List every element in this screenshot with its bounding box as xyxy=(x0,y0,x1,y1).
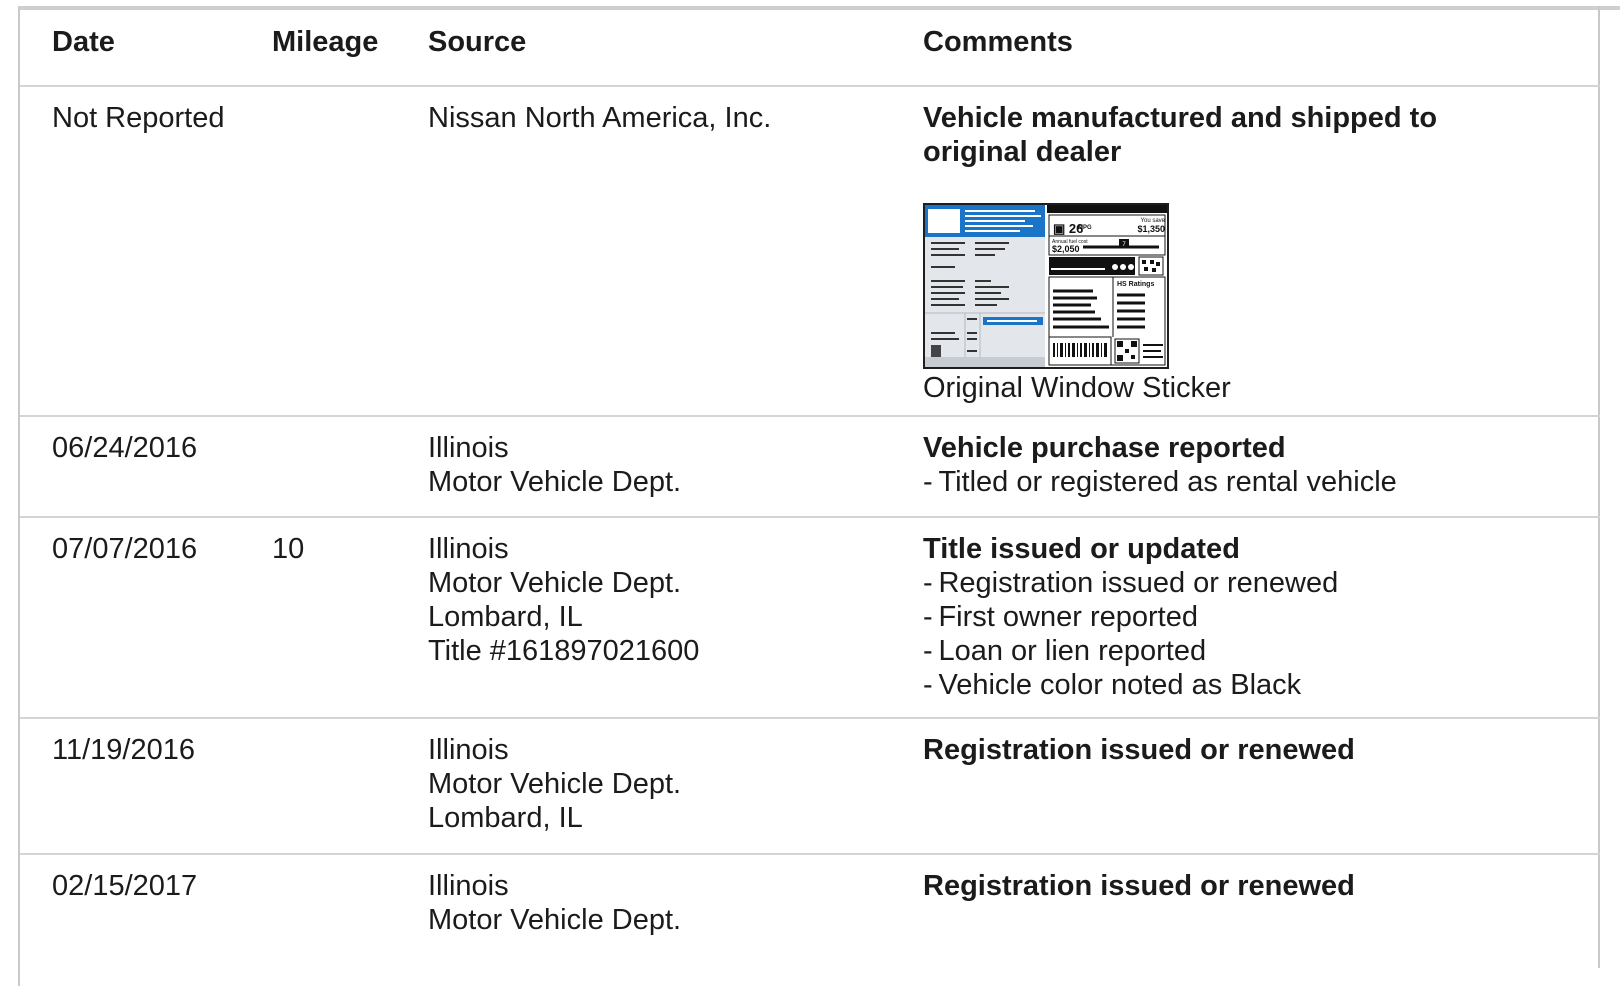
window-sticker-thumbnail[interactable]: ▣ 26 MPG You save $1,350 Annual fuel cos… xyxy=(923,203,1169,369)
comment-title: Registration issued or renewed xyxy=(923,870,1355,902)
comment-item: - Registration issued or renewed xyxy=(923,567,1339,599)
comment-item: - Loan or lien reported xyxy=(923,635,1207,667)
source-line: Illinois xyxy=(428,870,509,902)
row-source: Illinois Motor Vehicle Dept. Lombard, IL… xyxy=(428,532,699,668)
row-date: 06/24/2016 xyxy=(52,432,198,464)
row-date: 11/19/2016 xyxy=(52,734,195,766)
source-line: Illinois xyxy=(428,734,509,766)
table-row: Not Reported Nissan North America, Inc. … xyxy=(20,87,1600,417)
row-source: Illinois Motor Vehicle Dept. xyxy=(428,869,681,937)
header-mileage: Mileage xyxy=(272,26,379,58)
row-comments: Title issued or updated - Registration i… xyxy=(923,532,1563,702)
row-date: 02/15/2017 xyxy=(52,870,198,902)
table-row: 07/07/2016 10 Illinois Motor Vehicle Dep… xyxy=(20,518,1600,719)
table-row: 02/15/2017 Illinois Motor Vehicle Dept. … xyxy=(20,855,1600,975)
source-line: Illinois xyxy=(428,432,509,464)
row-comments: Vehicle purchase reported - Titled or re… xyxy=(923,431,1563,499)
comment-title: Registration issued or renewed xyxy=(923,734,1355,766)
source-line: Motor Vehicle Dept. xyxy=(428,904,682,936)
row-mileage: 10 xyxy=(272,533,305,565)
source-line: Lombard, IL xyxy=(428,601,583,633)
comment-item: - Titled or registered as rental vehicle xyxy=(923,466,1397,498)
source-line: Motor Vehicle Dept. xyxy=(428,567,682,599)
comment-title: Vehicle purchase reported xyxy=(923,432,1286,464)
sticker-mpg-unit: MPG xyxy=(1078,225,1092,231)
header-source: Source xyxy=(428,26,527,58)
header-date: Date xyxy=(52,26,115,58)
row-comments: Registration issued or renewed xyxy=(923,869,1563,903)
comment-title: Vehicle manufactured and shipped to orig… xyxy=(923,102,1438,168)
row-date: Not Reported xyxy=(52,102,225,134)
sticker-ratings-label: HS Ratings xyxy=(1117,281,1154,288)
row-source: Illinois Motor Vehicle Dept. xyxy=(428,431,681,499)
comment-title: Title issued or updated xyxy=(923,533,1240,565)
row-comments: Vehicle manufactured and shipped to orig… xyxy=(923,101,1563,405)
source-line: Nissan North America, Inc. xyxy=(428,102,772,134)
row-source: Nissan North America, Inc. xyxy=(428,101,771,135)
window-sticker-image: ▣ 26 MPG You save $1,350 Annual fuel cos… xyxy=(925,205,1167,367)
row-date: 07/07/2016 xyxy=(52,533,198,565)
table-row: 06/24/2016 Illinois Motor Vehicle Dept. … xyxy=(20,417,1600,518)
source-line: Motor Vehicle Dept. xyxy=(428,466,682,498)
header-comments: Comments xyxy=(923,26,1073,58)
source-line: Title #161897021600 xyxy=(428,635,700,667)
comment-item: - First owner reported xyxy=(923,601,1198,633)
row-source: Illinois Motor Vehicle Dept. Lombard, IL xyxy=(428,733,681,835)
sticker-cost-value: $2,050 xyxy=(1052,244,1080,254)
window-sticker-caption[interactable]: Original Window Sticker xyxy=(923,371,1563,405)
table-row: 11/19/2016 Illinois Motor Vehicle Dept. … xyxy=(20,719,1600,855)
source-line: Lombard, IL xyxy=(428,802,583,834)
comment-item: - Vehicle color noted as Black xyxy=(923,669,1302,701)
table-header-row: Date Mileage Source Comments xyxy=(20,10,1600,87)
source-line: Illinois xyxy=(428,533,509,565)
row-comments: Registration issued or renewed xyxy=(923,733,1563,767)
source-line: Motor Vehicle Dept. xyxy=(428,768,682,800)
sticker-save-value: $1,350 xyxy=(1137,224,1165,234)
